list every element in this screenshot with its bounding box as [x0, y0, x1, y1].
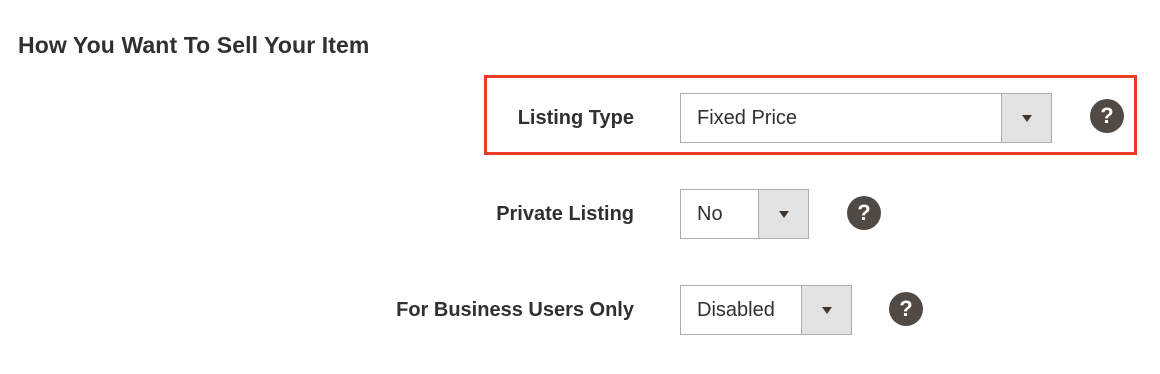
business-users-only-select[interactable]: Disabled — [680, 285, 852, 335]
private-listing-label: Private Listing — [496, 203, 634, 225]
listing-type-value: Fixed Price — [697, 107, 798, 129]
listing-type-help-icon[interactable]: ? — [1090, 99, 1124, 133]
section-title: How You Want To Sell Your Item — [18, 32, 370, 58]
private-listing-help-icon[interactable]: ? — [847, 196, 881, 230]
business-users-only-label: For Business Users Only — [396, 299, 634, 321]
private-listing-value: No — [697, 203, 723, 225]
private-listing-dropdown-toggle[interactable] — [758, 190, 808, 238]
private-listing-select[interactable]: No — [680, 189, 809, 239]
listing-type-select[interactable]: Fixed Price — [680, 93, 1052, 143]
caret-down-icon — [778, 210, 789, 218]
listing-type-label: Listing Type — [517, 107, 634, 129]
caret-down-icon — [1021, 114, 1032, 122]
business-users-only-value: Disabled — [697, 299, 775, 321]
business-users-only-dropdown-toggle[interactable] — [801, 286, 851, 334]
business-users-only-help-icon[interactable]: ? — [889, 292, 923, 326]
caret-down-icon — [821, 306, 832, 314]
listing-type-dropdown-toggle[interactable] — [1001, 94, 1051, 142]
